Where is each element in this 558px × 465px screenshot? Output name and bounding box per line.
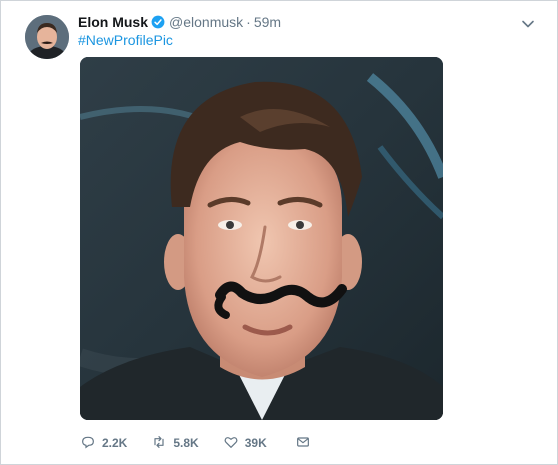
author-handle[interactable]: @elonmusk <box>169 14 243 30</box>
tweet-actions: 2.2K 5.8K 39K <box>80 433 311 453</box>
tweet-card[interactable]: Elon Musk @elonmusk · 59m #NewProfilePic <box>0 0 558 465</box>
reply-icon <box>80 434 96 453</box>
separator-dot: · <box>246 14 251 30</box>
tweet-timestamp[interactable]: 59m <box>254 14 281 30</box>
hashtag-link[interactable]: #NewProfilePic <box>78 32 173 48</box>
verified-badge-icon <box>151 15 165 29</box>
retweet-icon <box>151 434 167 453</box>
tweet-header: Elon Musk @elonmusk · 59m <box>78 13 281 31</box>
like-count: 39K <box>244 436 267 450</box>
like-button[interactable]: 39K <box>223 434 267 453</box>
reply-button[interactable]: 2.2K <box>80 434 127 453</box>
envelope-icon <box>295 434 311 453</box>
avatar[interactable] <box>25 15 69 59</box>
retweet-button[interactable]: 5.8K <box>151 434 199 453</box>
chevron-down-icon[interactable] <box>521 17 535 31</box>
heart-icon <box>223 434 239 453</box>
profile-photo-with-mustache <box>80 57 443 420</box>
direct-message-button[interactable] <box>295 434 311 453</box>
reply-count: 2.2K <box>102 436 128 450</box>
author-name[interactable]: Elon Musk <box>78 14 148 30</box>
avatar-image <box>25 15 69 59</box>
retweet-count: 5.8K <box>173 436 199 450</box>
tweet-media-image[interactable] <box>80 57 443 420</box>
